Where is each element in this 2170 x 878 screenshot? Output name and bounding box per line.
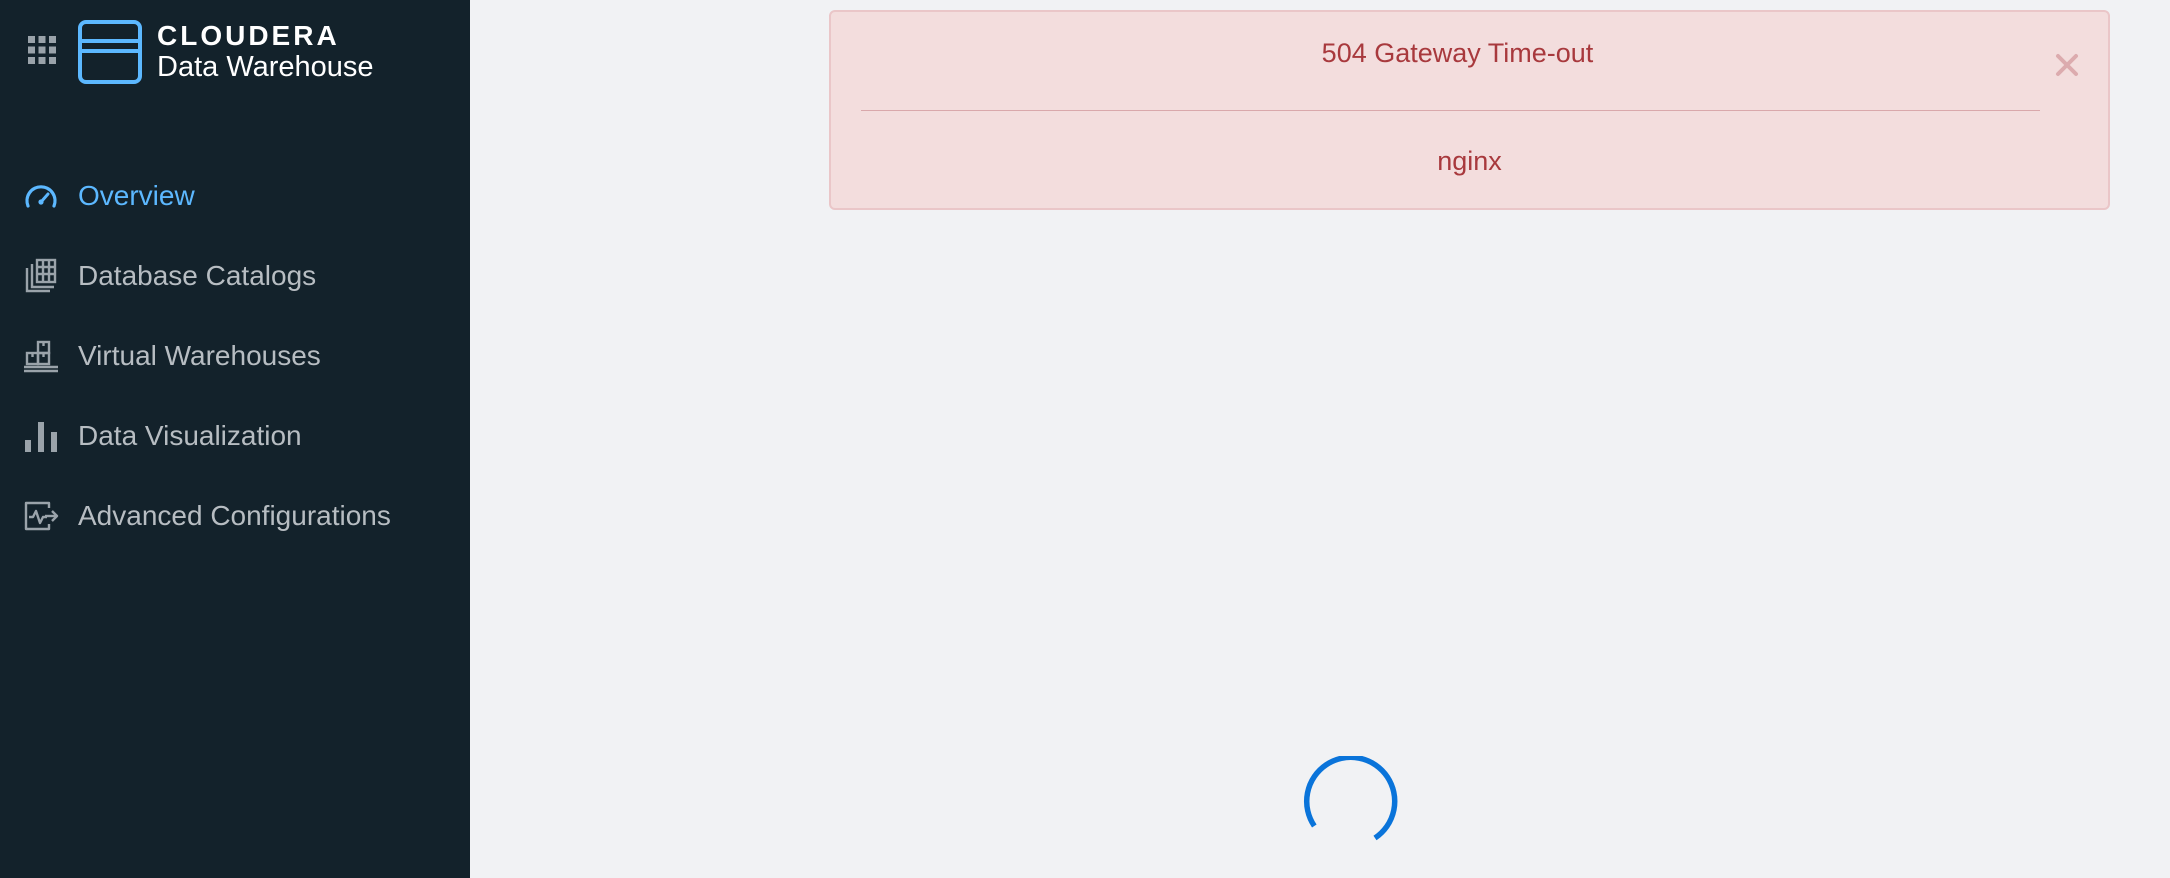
sidebar-item-label: Data Visualization bbox=[78, 420, 302, 451]
virtual-warehouse-icon bbox=[23, 338, 59, 374]
sidebar-item-label: Advanced Configurations bbox=[78, 500, 391, 531]
data-warehouse-logo-icon[interactable] bbox=[78, 20, 142, 84]
advanced-config-icon bbox=[23, 498, 59, 534]
alert-body: nginx bbox=[1437, 146, 1502, 176]
sidebar-item-label: Virtual Warehouses bbox=[78, 340, 321, 371]
sidebar: CLOUDERA Data Warehouse Overview Databas… bbox=[0, 0, 470, 878]
loading-spinner-icon bbox=[1302, 754, 1398, 852]
bar-chart-icon bbox=[23, 418, 59, 454]
sidebar-item-data-visualization[interactable]: Data Visualization bbox=[0, 396, 470, 476]
sidebar-item-overview[interactable]: Overview bbox=[0, 156, 470, 236]
sidebar-item-label: Overview bbox=[78, 180, 195, 211]
error-alert: 504 Gateway Time-out nginx bbox=[829, 10, 2110, 210]
sidebar-item-advanced-configurations[interactable]: Advanced Configurations bbox=[0, 476, 470, 556]
speedometer-icon bbox=[23, 178, 59, 214]
sidebar-item-label: Database Catalogs bbox=[78, 260, 317, 291]
product-name: Data Warehouse bbox=[157, 51, 374, 83]
alert-divider bbox=[861, 110, 2040, 111]
app-grid-icon[interactable] bbox=[28, 36, 56, 64]
sidebar-item-database-catalogs[interactable]: Database Catalogs bbox=[0, 236, 470, 316]
main-content: 504 Gateway Time-out nginx bbox=[470, 0, 2170, 878]
database-catalog-icon bbox=[23, 258, 59, 294]
alert-title: 504 Gateway Time-out bbox=[1321, 38, 1594, 68]
sidebar-nav: Overview Database Catalogs Virtual Wareh… bbox=[0, 156, 470, 556]
brand-name: CLOUDERA bbox=[157, 20, 340, 51]
close-icon[interactable] bbox=[2054, 52, 2080, 78]
sidebar-item-virtual-warehouses[interactable]: Virtual Warehouses bbox=[0, 316, 470, 396]
